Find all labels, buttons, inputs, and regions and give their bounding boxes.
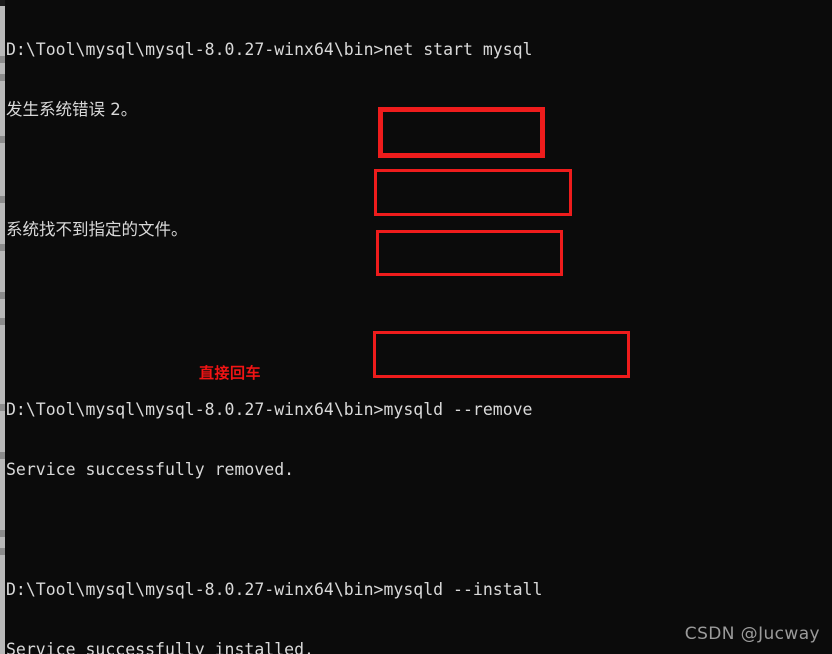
background-window-sliver xyxy=(0,0,5,654)
annotation-box-net-start-mysql xyxy=(376,230,563,276)
annotation-box-mysqld-install xyxy=(374,169,572,216)
console-output[interactable]: D:\Tool\mysql\mysql-8.0.27-winx64\bin>ne… xyxy=(5,0,832,654)
console-line: D:\Tool\mysql\mysql-8.0.27-winx64\bin>my… xyxy=(6,400,533,419)
console-line: D:\Tool\mysql\mysql-8.0.27-winx64\bin>my… xyxy=(6,580,543,599)
annotation-note-press-enter: 直接回车 xyxy=(199,364,262,382)
annotation-box-mysql-uroot-p xyxy=(373,331,630,378)
command-prompt-window: D:\Tool\mysql\mysql-8.0.27-winx64\bin>ne… xyxy=(0,0,832,654)
console-line: Service successfully removed. xyxy=(6,460,295,479)
annotation-box-mysqld-remove xyxy=(378,107,545,158)
console-line: D:\Tool\mysql\mysql-8.0.27-winx64\bin>ne… xyxy=(6,40,533,59)
csdn-watermark: CSDN @Jucway xyxy=(684,624,820,644)
